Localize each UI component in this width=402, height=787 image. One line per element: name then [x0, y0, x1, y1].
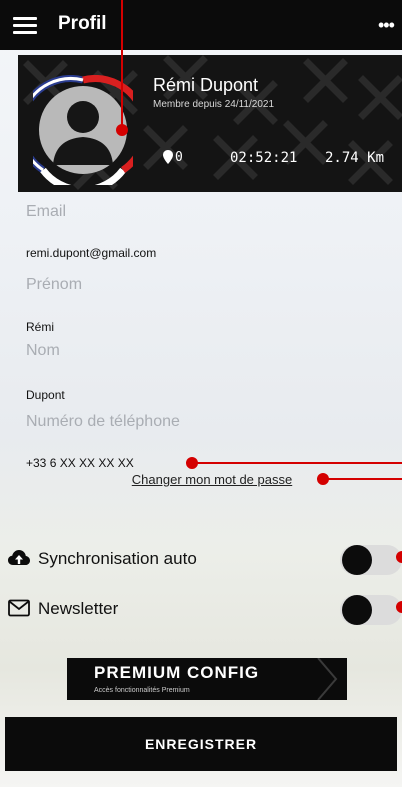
save-button[interactable]: ENREGISTRER [5, 717, 397, 771]
email-label: Email [26, 203, 67, 220]
premium-config-button[interactable]: PREMIUM CONFIG Accès fonctionnalités Pre… [67, 658, 347, 700]
sync-toggle[interactable] [340, 545, 402, 575]
sync-row: Synchronisation auto [8, 543, 402, 575]
email-field[interactable]: remi.dupont@gmail.com [26, 246, 156, 260]
avatar[interactable] [33, 75, 133, 185]
more-icon[interactable]: ••• [378, 16, 395, 34]
spots-count: 0 [175, 150, 183, 165]
top-bar: Profil ••• [0, 0, 402, 50]
sync-toggle-knob [342, 545, 372, 575]
lastname-field[interactable]: Dupont [26, 388, 65, 402]
page-title: Profil [58, 13, 107, 34]
member-since: Membre depuis 24/11/2021 [153, 99, 275, 110]
hamburger-icon[interactable] [13, 17, 37, 34]
phone-label: Numéro de téléphone [26, 413, 180, 430]
newsletter-toggle[interactable] [340, 595, 402, 625]
lastname-label: Nom [26, 342, 60, 359]
map-pin-icon [163, 150, 173, 164]
premium-title: PREMIUM CONFIG [94, 663, 260, 682]
premium-subtitle: Accès fonctionnalités Premium [94, 687, 190, 694]
newsletter-toggle-knob [342, 595, 372, 625]
total-duration: 02:52:21 [230, 150, 298, 166]
envelope-icon [8, 599, 30, 617]
stats-row: 0 02:52:21 2.74 Km [153, 148, 398, 168]
sync-label: Synchronisation auto [38, 549, 197, 568]
profile-screen: Profil ••• Rémi Dupont Membre depuis 24/… [0, 0, 402, 787]
profile-card: Rémi Dupont Membre depuis 24/11/2021 0 0… [18, 55, 402, 192]
total-distance: 2.74 Km [325, 150, 385, 166]
chevron-right-icon [317, 658, 338, 700]
user-name: Rémi Dupont [153, 75, 259, 95]
change-password-link[interactable]: Changer mon mot de passe [0, 472, 402, 487]
firstname-label: Prénom [26, 276, 83, 293]
phone-field[interactable]: +33 6 XX XX XX XX [26, 456, 134, 470]
newsletter-label: Newsletter [38, 599, 119, 618]
firstname-field[interactable]: Rémi [26, 320, 54, 334]
newsletter-row: Newsletter [8, 593, 402, 625]
cloud-upload-icon [8, 550, 30, 565]
